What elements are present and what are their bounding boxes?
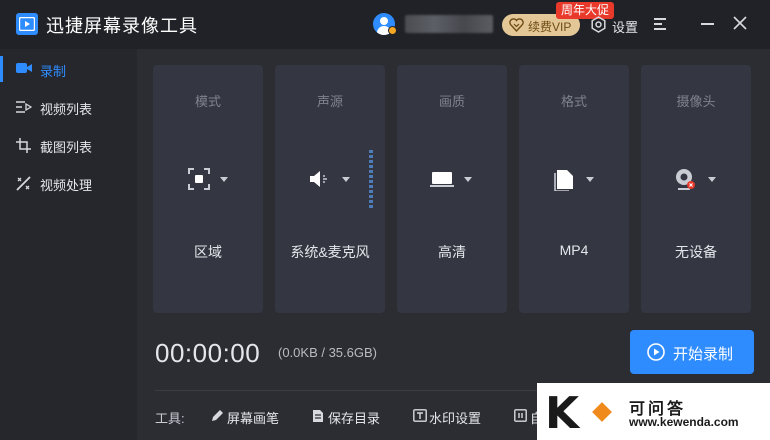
- play-circle-icon: [647, 343, 665, 361]
- card-dropdown[interactable]: [430, 167, 472, 193]
- folder-icon: [313, 410, 323, 422]
- chevron-down-icon: [342, 177, 350, 182]
- title-bar: 迅捷屏幕录像工具 续费VIP 周年大促 设置: [0, 0, 770, 49]
- minimize-icon[interactable]: [701, 23, 714, 25]
- recording-timer: 00:00:00: [155, 338, 261, 368]
- card-dropdown[interactable]: [553, 167, 594, 193]
- file-icon: [554, 170, 573, 191]
- settings-label: 设置: [612, 20, 639, 35]
- close-icon[interactable]: [733, 16, 747, 30]
- quality-card[interactable]: 画质 高清: [397, 65, 507, 313]
- webcam-card[interactable]: 摄像头 无设备: [641, 65, 751, 313]
- chevron-down-icon: [464, 177, 472, 182]
- camera-icon: [16, 63, 32, 73]
- start-recording-label: 开始录制: [673, 346, 734, 363]
- gear-icon: [591, 16, 606, 33]
- card-title: 声源: [316, 94, 343, 109]
- card-dropdown[interactable]: [309, 167, 350, 193]
- video-process-icon: [16, 176, 31, 191]
- storage-info: (0.0KB / 35.6GB): [278, 345, 377, 360]
- chevron-down-icon: [708, 177, 716, 182]
- username-blurred[interactable]: [405, 15, 493, 33]
- webcam-icon: [676, 169, 695, 190]
- card-dropdown[interactable]: [675, 167, 716, 193]
- sidebar-item-label: 截图列表: [40, 140, 93, 155]
- menu-icon[interactable]: [654, 18, 668, 30]
- sidebar-item-video-process[interactable]: 视频处理: [0, 164, 137, 202]
- card-dropdown[interactable]: [187, 167, 228, 193]
- video-list-icon: [16, 101, 32, 113]
- chevron-down-icon: [586, 177, 594, 182]
- tool-label: 屏幕画笔: [227, 411, 280, 426]
- pause-icon: [514, 409, 527, 422]
- app-title: 迅捷屏幕录像工具: [46, 16, 198, 36]
- monitor-icon: [430, 172, 454, 187]
- card-value: 区域: [194, 244, 222, 260]
- card-value: 无设备: [675, 244, 717, 260]
- tool-label: 水印设置: [429, 411, 482, 426]
- site-watermark: K 可问答 www.kewenda.com: [537, 383, 770, 440]
- start-recording-button[interactable]: 开始录制: [630, 330, 754, 374]
- watermark-url: www.kewenda.com: [629, 415, 739, 429]
- card-value: 系统&麦克风: [290, 244, 370, 260]
- sidebar-item-label: 视频列表: [40, 102, 93, 117]
- sidebar-item-label: 视频处理: [40, 178, 93, 193]
- speaker-icon: [310, 171, 327, 187]
- chevron-down-icon: [220, 177, 228, 182]
- card-title: 画质: [438, 94, 465, 109]
- pen-icon: [212, 410, 223, 421]
- card-title: 摄像头: [676, 94, 716, 109]
- sidebar-item-video-list[interactable]: 视频列表: [0, 88, 137, 126]
- watermark-icon: [413, 409, 427, 422]
- watermark-accent-icon: [592, 402, 612, 422]
- sidebar: 录制 视频列表 截图列表 视频处理: [0, 49, 137, 440]
- mode-card[interactable]: 模式 区域: [153, 65, 263, 313]
- screenshot-list-icon: [16, 138, 31, 153]
- format-card[interactable]: 格式 MP4: [519, 65, 629, 313]
- sidebar-item-label: 录制: [40, 64, 67, 79]
- tools-label: 工具:: [155, 411, 185, 426]
- sidebar-item-screenshot-list[interactable]: 截图列表: [0, 126, 137, 164]
- region-icon: [188, 168, 210, 190]
- card-value: MP4: [559, 242, 589, 258]
- vip-heart-icon: [509, 18, 524, 32]
- tool-label: 保存目录: [328, 411, 381, 426]
- renew-vip-label: 续费VIP: [528, 20, 572, 34]
- card-title: 格式: [560, 94, 587, 109]
- card-title: 模式: [194, 94, 221, 109]
- audio-level-meter: [369, 150, 373, 210]
- app-logo-icon: [16, 13, 38, 35]
- card-value: 高清: [438, 244, 466, 260]
- avatar-badge-icon: [388, 26, 397, 35]
- watermark-logo-letter: K: [545, 388, 580, 439]
- sidebar-item-record[interactable]: 录制: [0, 50, 137, 88]
